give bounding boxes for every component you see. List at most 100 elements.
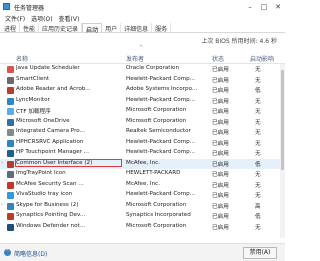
row-name: Java Update Scheduler: [16, 65, 80, 71]
row-impact: 无: [255, 119, 261, 126]
table-row[interactable]: VivaStudio tray icon Hewlett-Packard Comp…: [0, 190, 285, 201]
row-name: SmartClient: [16, 75, 50, 82]
row-impact: 无: [255, 98, 261, 105]
table-row[interactable]: Microsoft OneDrive Microsoft Corporation 已…: [0, 117, 285, 128]
menu-view[interactable]: 查看(V): [56, 13, 83, 23]
last-bios-time: 上次 BIOS 所用时间: 4.6 秒: [201, 38, 277, 45]
column-name[interactable]: 名称: [16, 54, 28, 63]
row-name: Skype for Business (2): [16, 201, 79, 208]
row-publisher: Microsoft Corporation: [126, 201, 187, 208]
row-impact: 无: [255, 130, 261, 136]
column-impact[interactable]: 启动影响: [250, 54, 274, 63]
column-status[interactable]: 状态: [212, 54, 224, 63]
table-row[interactable]: ImgTrayPoint Icon HEWLETT-PACKARD 已启用 无: [0, 169, 285, 180]
row-name: Synaptics Pointing Dev...: [16, 212, 86, 218]
row-impact: 低: [255, 161, 261, 168]
app-icon: [7, 87, 14, 94]
row-status: 已启用: [212, 130, 229, 136]
menu-options[interactable]: 选项(O): [28, 13, 55, 23]
table-row[interactable]: Adobe Reader and Acrob... Adobe Systems I…: [0, 85, 285, 96]
minimize-button[interactable]: –: [243, 0, 257, 13]
row-publisher: Microsoft Corporation: [126, 222, 187, 229]
row-impact: 无: [255, 67, 261, 73]
row-publisher: HEWLETT-PACKARD: [126, 170, 181, 176]
row-impact: 无: [255, 172, 261, 178]
app-icon: [7, 139, 14, 147]
title-bar: 任务管理器 – □ ✕: [0, 0, 285, 13]
table-row[interactable]: HPHCRSRVC Application Hewlett-Packard Com…: [0, 138, 285, 149]
app-icon: [7, 213, 14, 220]
row-impact: 无: [255, 182, 261, 189]
row-name: Windows Defender not...: [16, 222, 86, 229]
table-row[interactable]: LyncMonitor Hewlett-Packard Comp... 已启用 无: [0, 96, 285, 107]
row-status: 已启用: [212, 172, 229, 178]
tab-users[interactable]: 用户: [102, 23, 122, 33]
row-status: 已启用: [212, 214, 229, 220]
table-row[interactable]: Java Update Scheduler Oracle Corporation 已…: [0, 64, 285, 75]
table-row[interactable]: Synaptics Pointing Dev... Synaptics Incor…: [0, 211, 285, 222]
table-row[interactable]: › Skype for Business (2) Microsoft Corpora…: [0, 201, 285, 212]
table-row[interactable]: HP Touchpoint Manager ... Hewlett-Packard…: [0, 148, 285, 159]
row-status: 已启用: [212, 119, 229, 126]
row-name: Microsoft OneDrive: [16, 117, 70, 124]
row-impact: 无: [255, 140, 261, 147]
row-impact: 低: [255, 214, 261, 220]
row-publisher: Adobe Systems Incorpo...: [126, 86, 198, 92]
row-impact: 无: [255, 193, 261, 199]
row-status: 已启用: [212, 77, 229, 84]
row-publisher: Synaptics Incorporated: [126, 212, 191, 218]
expand-chevron-icon[interactable]: ›: [1, 202, 3, 208]
table-row[interactable]: McAfee Security Scan ... McAfee, Inc. 已启用 无: [0, 180, 285, 191]
close-button[interactable]: ✕: [271, 0, 285, 13]
row-impact: 高: [255, 203, 261, 210]
app-icon: [7, 129, 14, 136]
app-icon: [7, 202, 14, 210]
row-name: HPHCRSRVC Application: [16, 138, 84, 145]
table-row[interactable]: Windows Defender not... Microsoft Corpora…: [0, 222, 285, 233]
row-status: 已启用: [212, 151, 229, 157]
tab-details[interactable]: 详细信息: [121, 23, 153, 33]
app-icon: [7, 171, 14, 178]
row-name: VivaStudio tray icon: [16, 191, 73, 197]
table-row[interactable]: CTF 加载程序 Microsoft Corporation 已启用 无: [0, 106, 285, 117]
bios-time-row: 上次 BIOS 所用时间: 4.6 秒: [0, 34, 285, 45]
startup-list: Java Update Scheduler Oracle Corporation 已…: [0, 64, 285, 232]
row-publisher: McAfee, Inc.: [126, 180, 160, 187]
column-publisher[interactable]: 发布者: [126, 54, 144, 63]
tab-startup[interactable]: 启动: [82, 23, 103, 34]
task-manager-icon: [3, 3, 10, 10]
row-publisher: Realtek Semiconductor: [126, 128, 191, 134]
row-publisher: Hewlett-Packard Comp...: [126, 75, 196, 82]
app-icon: [7, 118, 14, 126]
row-name: Common User Interface (2): [15, 158, 122, 167]
fewer-details-link[interactable]: 简略信息(D): [14, 249, 47, 258]
tab-performance[interactable]: 性能: [20, 23, 40, 33]
tab-processes[interactable]: 进程: [1, 23, 21, 33]
row-publisher: Microsoft Corporation: [126, 107, 187, 113]
vertical-scrollbar[interactable]: [280, 64, 285, 238]
menu-bar: 文件(F) 选项(O) 查看(V): [0, 13, 285, 23]
row-status: 已启用: [212, 224, 229, 231]
maximize-button[interactable]: □: [257, 0, 271, 13]
row-publisher: Hewlett-Packard Comp...: [126, 96, 196, 103]
row-status: 已启用: [212, 67, 229, 73]
row-name: Integrated Camera Pro...: [16, 128, 85, 134]
scroll-thumb[interactable]: [281, 70, 284, 170]
expand-chevron-icon[interactable]: ›: [1, 160, 3, 166]
row-publisher: McAfee, Inc.: [126, 159, 160, 166]
window-controls: – □ ✕: [243, 0, 285, 13]
table-row[interactable]: SmartClient Hewlett-Packard Comp... 已启用 无: [0, 75, 285, 86]
table-row[interactable]: Integrated Camera Pro... Realtek Semicond…: [0, 127, 285, 138]
row-status: 已启用: [212, 182, 229, 189]
row-status: 已启用: [212, 109, 229, 115]
row-status: 已启用: [212, 203, 229, 210]
disable-button[interactable]: 禁用(A): [243, 247, 277, 259]
row-name: HP Touchpoint Manager ...: [16, 149, 90, 155]
menu-file[interactable]: 文件(F): [2, 13, 28, 23]
table-row[interactable]: › Common User Interface (2) McAfee, Inc. 已启…: [0, 158, 285, 169]
collapse-up-icon[interactable]: ⌃: [4, 249, 11, 256]
table-header: 名称 发布者 状态 启动影响: [0, 52, 285, 64]
tab-app-history[interactable]: 应用历史记录: [39, 23, 83, 33]
tab-services[interactable]: 服务: [152, 23, 172, 33]
row-name: LyncMonitor: [16, 96, 50, 103]
